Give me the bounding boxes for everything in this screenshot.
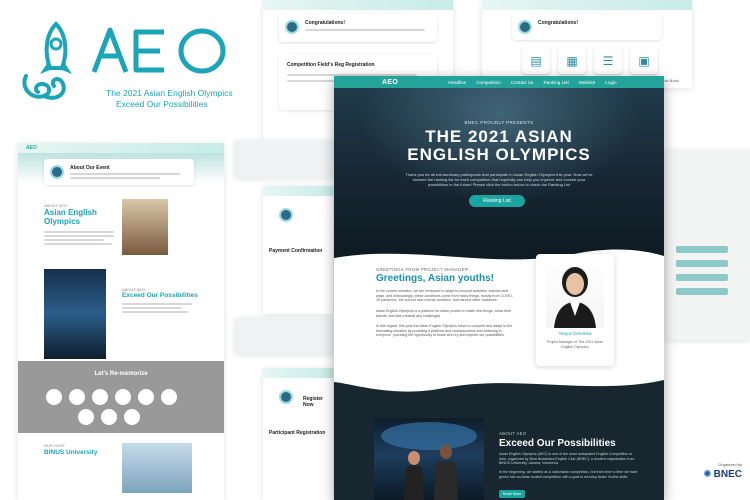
project-manager-card: Tasya Gervinka Project Manager of The 20… [536, 254, 614, 366]
hero-wave [334, 249, 664, 270]
user-icon [279, 208, 293, 222]
rememorize-title: Let's Re-memorize [94, 371, 148, 377]
pm-photo [546, 258, 604, 328]
about-kicker: ABOUT AEO [499, 431, 527, 436]
hero-paragraph: Thank you for all extraordinary particip… [405, 172, 593, 188]
globe-icon [50, 165, 64, 179]
mock-right-top: Congratulations! ▤ ▦ ☰ ▣ Guide Book [482, 0, 692, 88]
pm-name: Tasya Gervinka [558, 332, 592, 337]
register-icon [279, 390, 293, 404]
bnec-wordmark: BNEC [713, 469, 742, 480]
left-section2-title: Exceed Our Possibilities [122, 292, 198, 299]
left-section2: ABOUT AEO Exceed Our Possibilities [122, 287, 198, 299]
past-logos [46, 389, 177, 405]
form-icon[interactable]: ▦ [558, 48, 586, 74]
tagline-line-2: Exceed Our Possibilities [116, 99, 208, 109]
ranking-list-button[interactable]: Ranking List [469, 195, 525, 207]
book-icon[interactable]: ▣ [630, 48, 658, 74]
about-card-title: About Our Event [70, 165, 110, 171]
greeting-p3: In this regard, this year the Asian Engl… [376, 324, 513, 338]
reg-title: Competition Field's Reg Registration [287, 62, 375, 68]
left-brand: AEO [26, 145, 37, 151]
left-nav: AEO [18, 143, 224, 153]
rememorize-band: Let's Re-memorize [18, 361, 224, 433]
organized-by-label: Organized by [718, 462, 742, 467]
participant-title: Participant Registration [269, 430, 326, 436]
list-icon[interactable]: ☰ [594, 48, 622, 74]
pm-role: Project Manager of The 2021 Asian Englis… [546, 340, 604, 349]
left-page-mock: AEO About Our Event ABOUT AEO Asian Engl… [18, 143, 224, 500]
nav-ranking[interactable]: Ranking List [543, 80, 568, 85]
tagline-line-1: The 2021 Asian English Olympics [106, 88, 233, 98]
nav-login[interactable]: Login [605, 80, 616, 85]
congrats-title: Congratulations! [305, 20, 345, 26]
nav-brand[interactable]: AEO [382, 79, 398, 86]
mock-payment: Payment Confirmation [263, 186, 333, 314]
greeting-title: Greetings, Asian youths! [376, 273, 494, 284]
doc-tiles: ▤ ▦ ☰ ▣ [522, 48, 658, 74]
about-p1: Asian English Olympics (AEO) is one of t… [499, 452, 635, 466]
pm-portrait [554, 267, 596, 328]
left-section1-title: Asian English Olympics [44, 208, 97, 226]
aeo-logo: The 2021 Asian English Olympics Exceed O… [14, 16, 244, 110]
greeting-kicker: GREETINGS FROM PROJECT MANAGER [376, 267, 469, 272]
nav-menu: Headline Competition Contact Us Ranking … [448, 80, 616, 85]
trophy-icon [285, 20, 299, 34]
about-event-card: About Our Event [44, 159, 194, 185]
about-title: Exceed Our Possibilities [499, 438, 616, 449]
main-page-screenshot: AEO Headline Competition Contact Us Rank… [334, 76, 664, 500]
group-photo [122, 199, 168, 255]
bnec-icon: ✺ [703, 469, 712, 480]
logo-tagline: The 2021 Asian English Olympics Exceed O… [106, 88, 233, 110]
nav-competition[interactable]: Competition [476, 80, 501, 85]
mock-participant: Register Now Participant Registration [263, 368, 333, 500]
document-icon[interactable]: ▤ [522, 48, 550, 74]
stage-photo [44, 269, 106, 359]
read-more-button[interactable]: Read More [499, 490, 525, 498]
greeting-p1: In the current situation, we are reminde… [376, 289, 514, 303]
medal-icon [518, 20, 532, 34]
main-navbar: AEO Headline Competition Contact Us Rank… [334, 76, 664, 88]
nav-website[interactable]: Website [579, 80, 596, 85]
register-title: Register Now [303, 396, 324, 408]
campus-photo [122, 443, 192, 493]
hero-title-line2: ENGLISH OLYMPICS [407, 145, 591, 164]
concert-photo [374, 418, 484, 500]
hero-title-line1: THE 2021 ASIAN [425, 127, 573, 146]
left-section1: ABOUT AEO Asian English Olympics [44, 203, 114, 245]
right-card-title: Congratulations! [538, 20, 578, 26]
mock-right-side [664, 150, 750, 340]
organizer-brand: Organized by ✺ BNEC [664, 460, 744, 494]
university-title: BINUS University [44, 449, 98, 456]
greeting-p2: Asian English Olympics is a platform for… [376, 309, 512, 318]
nav-contact[interactable]: Contact Us [511, 80, 534, 85]
payment-title: Payment Confirmation [269, 248, 323, 254]
hero-kicker: BNEC PROUDLY PRESENTS [464, 120, 534, 125]
nav-headline[interactable]: Headline [448, 80, 466, 85]
about-p2: In the beginning, we started as a nation… [499, 470, 638, 479]
